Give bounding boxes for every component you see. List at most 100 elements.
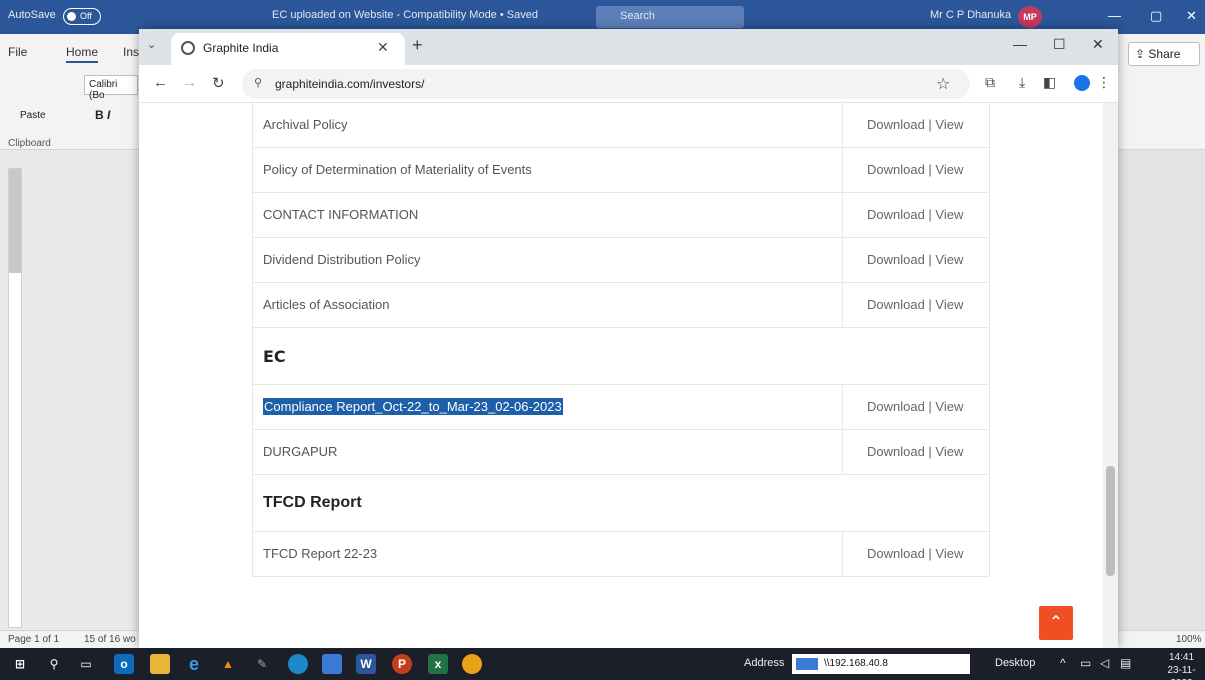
powerpoint-icon[interactable]: P bbox=[392, 654, 412, 674]
download-view-links[interactable]: Download | View bbox=[842, 283, 991, 327]
outlook-icon[interactable]: o bbox=[114, 654, 134, 674]
desktop-toolbar-label[interactable]: Desktop bbox=[995, 657, 1035, 669]
address-bar[interactable]: ⚲ graphiteindia.com/investors/ ☆ bbox=[242, 69, 970, 99]
download-view-links[interactable]: Download | View bbox=[842, 532, 991, 576]
word-user-name: Mr C P Dhanuka bbox=[930, 9, 1012, 21]
tab-title: Graphite India bbox=[203, 41, 279, 55]
download-view-links[interactable]: Download | View bbox=[842, 430, 991, 474]
start-icon[interactable]: ⊞ bbox=[10, 654, 30, 674]
table-row: Articles of Association Download | View bbox=[253, 283, 989, 328]
file-explorer-icon[interactable] bbox=[150, 654, 170, 674]
reload-icon[interactable]: ↻ bbox=[212, 74, 225, 92]
browser-toolbar: ← → ↻ ⚲ graphiteindia.com/investors/ ☆ ⧉… bbox=[139, 65, 1118, 103]
tab-search-chevron-icon[interactable]: ⌄ bbox=[147, 38, 156, 51]
download-view-links[interactable]: Download | View bbox=[842, 193, 991, 237]
chrome-icon[interactable] bbox=[462, 654, 482, 674]
search-icon[interactable]: ⚲ bbox=[44, 654, 64, 674]
folder-app-icon[interactable] bbox=[322, 654, 342, 674]
task-view-icon[interactable]: ▭ bbox=[76, 654, 96, 674]
address-toolbar-label: Address bbox=[744, 657, 785, 669]
page-count: Page 1 of 1 bbox=[8, 634, 60, 645]
bold-italic-icon[interactable]: B I bbox=[95, 108, 110, 122]
word-close-icon[interactable]: ✕ bbox=[1186, 8, 1197, 24]
word-search-box[interactable]: Search bbox=[596, 6, 744, 28]
site-info-icon[interactable]: ⚲ bbox=[254, 76, 262, 89]
excel-icon[interactable]: x bbox=[428, 654, 448, 674]
page-viewport: Archival Policy Download | View Policy o… bbox=[139, 103, 1118, 648]
download-view-links[interactable]: Download | View bbox=[842, 385, 991, 429]
tray-chevron-up-icon[interactable]: ^ bbox=[1060, 656, 1066, 670]
font-name-field[interactable]: Calibri (Bo bbox=[84, 75, 138, 101]
profile-icon[interactable] bbox=[1074, 75, 1090, 91]
browser-window: ⌄ Graphite India ✕ + — ☐ ✕ ← → ↻ ⚲ graph… bbox=[139, 29, 1118, 648]
share-button[interactable]: ⇪ Share bbox=[1128, 42, 1200, 66]
table-row: Dividend Distribution Policy Download | … bbox=[253, 238, 989, 283]
edge-icon[interactable] bbox=[288, 654, 308, 674]
word-count[interactable]: 15 of 16 wo bbox=[84, 634, 136, 645]
new-tab-icon[interactable]: + bbox=[412, 35, 423, 56]
internet-explorer-icon[interactable]: e bbox=[184, 654, 204, 674]
section-title: EC bbox=[263, 347, 286, 366]
volume-icon[interactable]: ◁ bbox=[1100, 656, 1109, 670]
word-side-area bbox=[1118, 150, 1205, 630]
section-header-tfcd: TFCD Report bbox=[253, 475, 989, 532]
document-name: TFCD Report 22-23 bbox=[263, 546, 378, 561]
minimize-icon[interactable]: — bbox=[1013, 36, 1027, 52]
table-row: CONTACT INFORMATION Download | View bbox=[253, 193, 989, 238]
network-icon[interactable]: ▭ bbox=[1080, 656, 1091, 670]
page-scrollbar[interactable] bbox=[1103, 103, 1118, 648]
download-view-links[interactable]: Download | View bbox=[842, 103, 991, 147]
word-tab-home[interactable]: Home bbox=[66, 45, 99, 63]
document-name: Articles of Association bbox=[263, 297, 390, 312]
back-to-top-button[interactable]: ⌃ bbox=[1039, 606, 1073, 640]
share-label: Share bbox=[1148, 47, 1181, 61]
forward-arrow-icon[interactable]: → bbox=[182, 74, 197, 91]
word-tab-insert[interactable]: Ins bbox=[123, 45, 139, 59]
download-view-links[interactable]: Download | View bbox=[842, 238, 991, 282]
word-maximize-icon[interactable]: ▢ bbox=[1150, 8, 1162, 24]
download-view-links[interactable]: Download | View bbox=[842, 148, 991, 192]
share-icon: ⇪ bbox=[1135, 47, 1149, 61]
bookmark-star-icon[interactable]: ☆ bbox=[936, 74, 950, 94]
table-row: Archival Policy Download | View bbox=[253, 103, 989, 148]
section-title: TFCD Report bbox=[263, 494, 362, 511]
chevron-up-icon: ⌃ bbox=[1049, 614, 1063, 631]
document-name: CONTACT INFORMATION bbox=[263, 207, 419, 222]
scrollbar-thumb[interactable] bbox=[1106, 466, 1115, 576]
close-window-icon[interactable]: ✕ bbox=[1092, 36, 1104, 53]
document-name: Policy of Determination of Materiality o… bbox=[263, 162, 532, 177]
extensions-icon[interactable]: ⧉ bbox=[985, 74, 995, 91]
notification-icon[interactable]: ▤ bbox=[1120, 656, 1131, 670]
document-name: Archival Policy bbox=[263, 117, 348, 132]
url-text[interactable]: graphiteindia.com/investors/ bbox=[275, 77, 424, 91]
close-tab-icon[interactable]: ✕ bbox=[377, 39, 389, 56]
word-minimize-icon[interactable]: — bbox=[1108, 8, 1121, 23]
vlc-icon[interactable]: ▲ bbox=[218, 654, 238, 674]
paste-button[interactable]: Paste bbox=[20, 110, 46, 121]
avatar[interactable]: MP bbox=[1018, 6, 1042, 28]
word-tab-file[interactable]: File bbox=[8, 45, 27, 59]
table-row: TFCD Report 22-23 Download | View bbox=[253, 532, 989, 577]
document-name: DURGAPUR bbox=[263, 444, 338, 459]
back-arrow-icon[interactable]: ← bbox=[153, 74, 168, 91]
system-clock[interactable]: 14:41 23-11-2023 bbox=[1158, 651, 1205, 680]
address-toolbar-input[interactable]: \\192.168.40.8 bbox=[792, 654, 970, 674]
word-icon[interactable]: W bbox=[356, 654, 376, 674]
table-row: Compliance Report_Oct-22_to_Mar-23_02-06… bbox=[253, 385, 989, 430]
table-row: DURGAPUR Download | View bbox=[253, 430, 989, 475]
side-panel-icon[interactable]: ◧ bbox=[1043, 74, 1056, 91]
document-name: Dividend Distribution Policy bbox=[263, 252, 421, 267]
clock-date: 23-11-2023 bbox=[1167, 665, 1196, 680]
table-row: Policy of Determination of Materiality o… bbox=[253, 148, 989, 193]
autosave-toggle[interactable]: Off bbox=[63, 8, 101, 25]
section-header-ec: EC bbox=[253, 328, 989, 385]
browser-tab[interactable]: Graphite India ✕ bbox=[171, 33, 405, 65]
paint-icon[interactable]: ✎ bbox=[252, 654, 272, 674]
maximize-icon[interactable]: ☐ bbox=[1053, 36, 1066, 53]
menu-dots-icon[interactable]: ⋮ bbox=[1097, 74, 1111, 91]
download-icon[interactable]: ⤓ bbox=[1019, 74, 1025, 91]
ruler-margin bbox=[9, 169, 21, 273]
tab-strip: ⌄ Graphite India ✕ + — ☐ ✕ bbox=[139, 29, 1118, 65]
windows-taskbar: ⊞ ⚲ ▭ o e ▲ ✎ W P x Address \\192.168.40… bbox=[0, 648, 1205, 680]
zoom-level[interactable]: 100% bbox=[1176, 634, 1202, 645]
